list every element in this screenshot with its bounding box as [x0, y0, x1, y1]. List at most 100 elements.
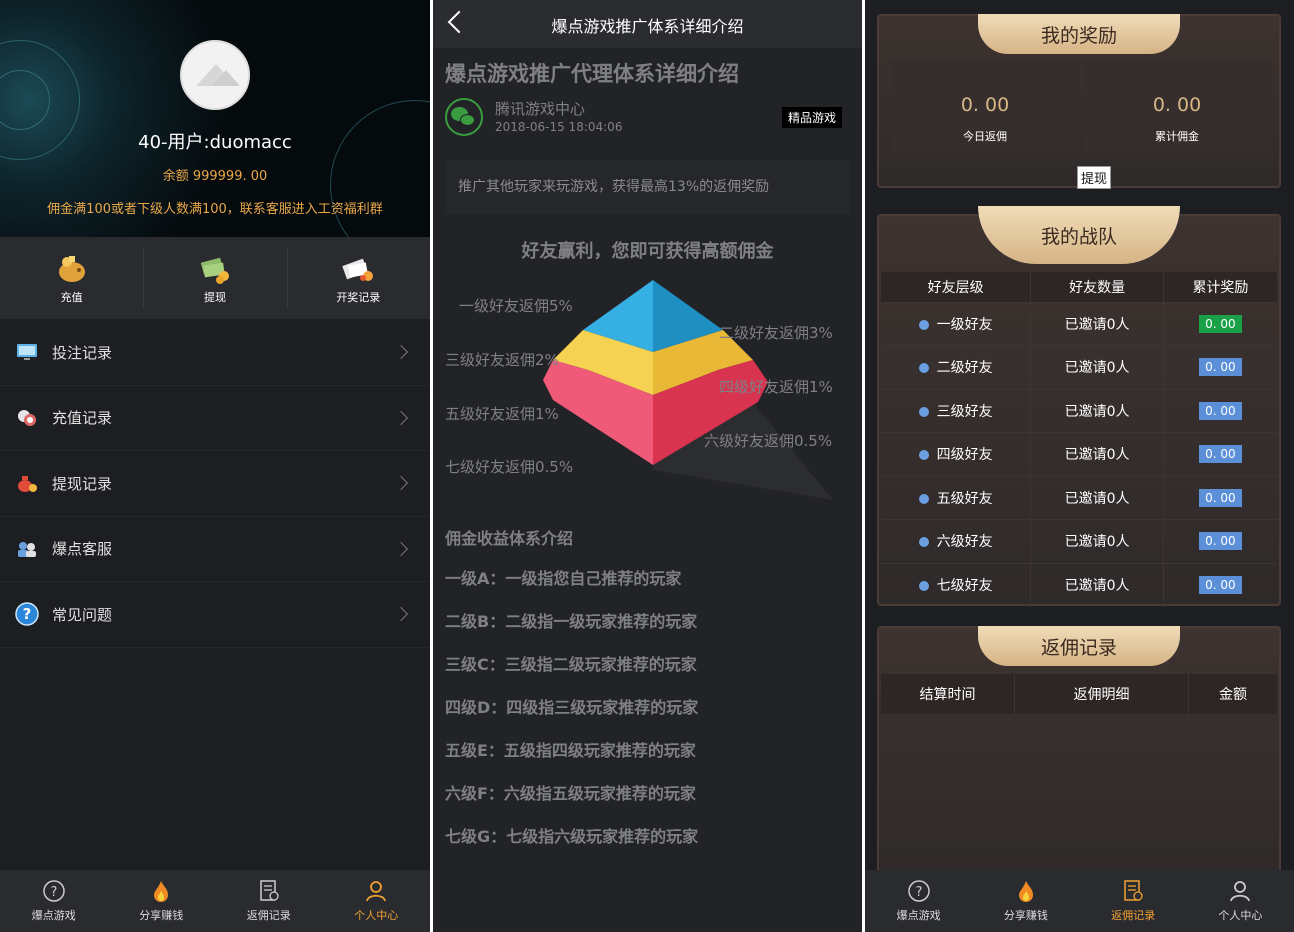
- team-card: 我的战队 好友层级 好友数量 累计奖励 一级好友 已邀请0人 0. 00 二级好…: [877, 206, 1281, 607]
- recharge-button[interactable]: 充值: [0, 237, 143, 319]
- level-cell: 二级好友: [881, 345, 1032, 389]
- level-cell: 一级好友: [881, 301, 1032, 346]
- pyramid-label: 二级好友返佣3%: [719, 324, 833, 342]
- fire-icon: [1014, 879, 1038, 903]
- table-row: 一级好友 已邀请0人 0. 00: [881, 301, 1277, 346]
- lottery-record-label: 开奖记录: [336, 291, 381, 304]
- username: 40-用户:duomacc: [138, 132, 292, 153]
- tab-share[interactable]: 分享赚钱: [108, 870, 216, 932]
- today-rebate: 0. 00 今日返佣: [891, 60, 1079, 150]
- ticket-icon: [340, 251, 376, 287]
- rebate-table-header: 结算时间 返佣明细 金额: [881, 674, 1277, 714]
- menu-label: 投注记录: [52, 343, 113, 362]
- column-header: 好友数量: [1030, 272, 1164, 302]
- level-text: 三级好友: [936, 403, 993, 420]
- piggy-bank-icon: [54, 251, 90, 287]
- tab-profile[interactable]: 个人中心: [323, 870, 431, 932]
- tab-label: 返佣记录: [246, 909, 291, 922]
- chevron-right-icon: [393, 410, 409, 425]
- svg-text:?: ?: [23, 605, 32, 623]
- level-line: 五级E：五级指四级玩家推荐的玩家: [445, 741, 696, 760]
- user-icon: [1228, 879, 1252, 903]
- pyramid-label: 四级好友返佣1%: [719, 378, 833, 396]
- rebate-card: 返佣记录 结算时间 返佣明细 金额: [877, 626, 1281, 876]
- reward-card-title: 我的奖励: [978, 14, 1180, 54]
- level-text: 五级好友: [936, 490, 993, 507]
- notice-text: 佣金满100或者下级人数满100，联系客服进入工资福利群: [47, 202, 383, 217]
- reward-badge: 0. 00: [1199, 358, 1242, 377]
- pyramid-label: 七级好友返佣0.5%: [445, 458, 574, 476]
- count-cell: 已邀请0人: [1030, 388, 1164, 433]
- menu-faq[interactable]: ? 常见问题: [0, 582, 430, 648]
- tab-label: 爆点游戏: [31, 909, 76, 922]
- count-cell: 已邀请0人: [1030, 562, 1164, 607]
- reward-cell: 0. 00: [1163, 388, 1277, 433]
- total-commission: 0. 00 累计佣金: [1083, 60, 1271, 150]
- question-circle-icon: ?: [42, 879, 66, 903]
- chevron-right-icon: [393, 541, 409, 556]
- team-table: 好友层级 好友数量 累计奖励 一级好友 已邀请0人 0. 00 二级好友 已邀请…: [881, 272, 1277, 607]
- reward-cell: 0. 00: [1163, 301, 1277, 346]
- tab-label: 个人中心: [1218, 909, 1263, 922]
- tab-profile[interactable]: 个人中心: [1187, 870, 1294, 932]
- reward-badge: 0. 00: [1199, 445, 1242, 464]
- article-source[interactable]: 腾讯游戏中心: [495, 98, 585, 119]
- team-card-title: 我的战队: [978, 206, 1180, 264]
- cash-icon: [197, 251, 233, 287]
- table-row: 七级好友 已邀请0人 0. 00: [881, 562, 1277, 607]
- menu-withdraw-records[interactable]: 提现记录: [0, 451, 430, 517]
- table-row: 二级好友 已邀请0人 0. 00: [881, 345, 1277, 389]
- reward-badge: 0. 00: [1199, 401, 1242, 420]
- nav-bar: 爆点游戏推广体系详细介绍: [433, 0, 862, 48]
- tab-label: 分享赚钱: [139, 909, 184, 922]
- avatar[interactable]: [180, 40, 250, 110]
- column-header: 返佣明细: [1015, 674, 1189, 714]
- menu-customer-service[interactable]: 爆点客服: [0, 517, 430, 582]
- menu-bet-records[interactable]: 投注记录: [0, 320, 430, 386]
- column-header: 结算时间: [881, 674, 1015, 714]
- withdraw-button[interactable]: 提现: [143, 237, 286, 319]
- monitor-icon: [14, 339, 40, 365]
- user-center-screen: 40-用户:duomacc 余额 999999. 00 佣金满100或者下级人数…: [0, 0, 430, 932]
- column-header: 金额: [1219, 687, 1247, 703]
- table-row: 三级好友 已邀请0人 0. 00: [881, 388, 1277, 433]
- tab-games[interactable]: ? 爆点游戏: [0, 870, 108, 932]
- bottom-tab-bar: ? 爆点游戏 分享赚钱 返佣记录 个人中心: [865, 870, 1294, 932]
- section-title: 佣金收益体系介绍: [445, 529, 574, 548]
- level-text: 四级好友: [936, 447, 993, 464]
- level-line: 一级A：一级指您自己推荐的玩家: [445, 569, 682, 588]
- user-level-icon: [918, 581, 929, 591]
- pyramid-label: 一级好友返佣5%: [459, 297, 573, 315]
- withdraw-button[interactable]: 提现: [1077, 166, 1112, 189]
- level-line: 六级F：六级指五级玩家推荐的玩家: [445, 784, 696, 803]
- user-level-icon: [918, 319, 929, 330]
- wechat-icon: [445, 98, 483, 136]
- withdraw-label: 提现: [203, 291, 226, 304]
- tab-label: 返佣记录: [1111, 909, 1156, 922]
- pyramid-label: 六级好友返佣0.5%: [704, 432, 833, 450]
- tab-games[interactable]: ? 爆点游戏: [865, 870, 972, 932]
- money-bag-icon: [14, 470, 40, 496]
- tab-share[interactable]: 分享赚钱: [972, 870, 1079, 932]
- chevron-right-icon: [393, 476, 409, 491]
- menu-label: 常见问题: [52, 605, 113, 624]
- lottery-record-button[interactable]: 开奖记录: [286, 237, 430, 319]
- level-line: 三级C：三级指二级玩家推荐的玩家: [445, 655, 697, 674]
- count-cell: 已邀请0人: [1030, 519, 1164, 563]
- tab-rebate[interactable]: 返佣记录: [215, 870, 323, 932]
- user-level-icon: [918, 450, 929, 461]
- tab-label: 个人中心: [354, 909, 399, 922]
- user-level-icon: [918, 363, 929, 374]
- tab-rebate[interactable]: 返佣记录: [1080, 870, 1187, 932]
- rebate-card-title: 返佣记录: [978, 626, 1180, 666]
- quick-actions: 充值 提现 开奖记录: [0, 237, 430, 319]
- menu-recharge-records[interactable]: 充值记录: [0, 386, 430, 451]
- article-title: 爆点游戏推广代理体系详细介绍: [445, 62, 739, 86]
- count-cell: 已邀请0人: [1030, 345, 1164, 389]
- chevron-right-icon: [393, 607, 409, 622]
- menu-label: 充值记录: [52, 409, 113, 428]
- user-icon: [364, 879, 388, 903]
- reward-cell: 0. 00: [1163, 519, 1277, 563]
- balance-text: 余额 999999. 00: [162, 169, 268, 184]
- pyramid-label: 三级好友返佣2%: [445, 351, 559, 369]
